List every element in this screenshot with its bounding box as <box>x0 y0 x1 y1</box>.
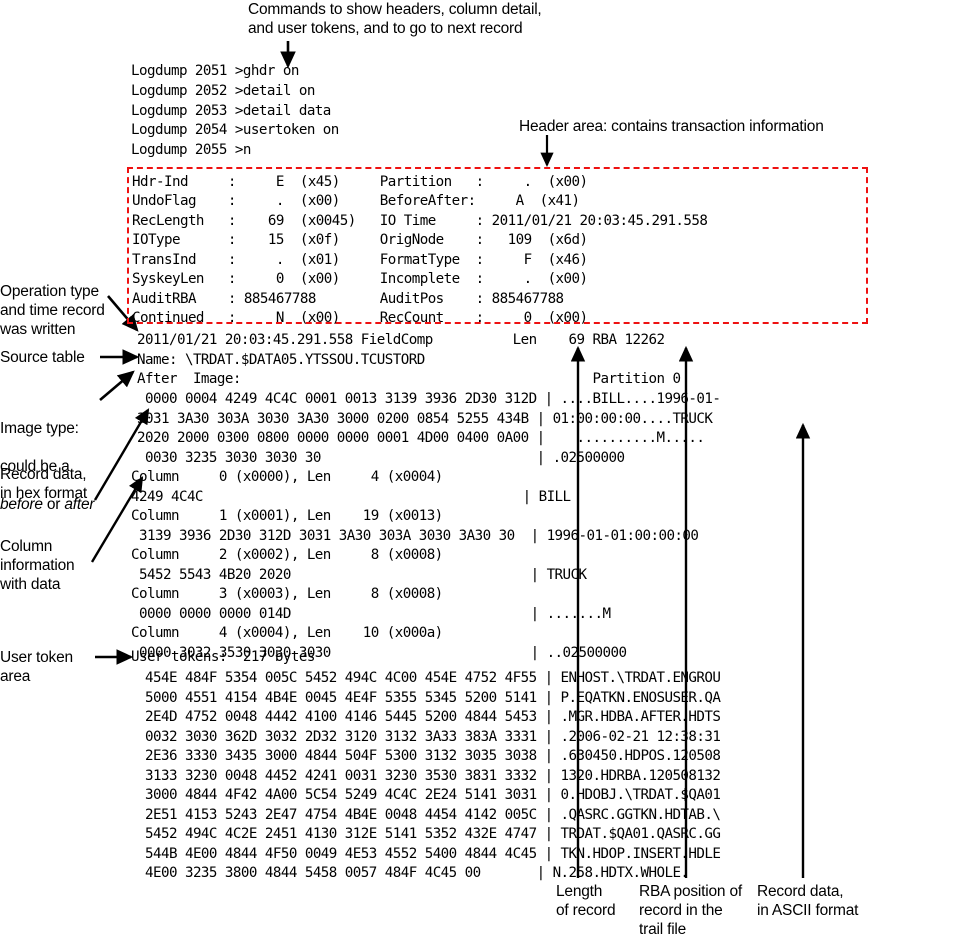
command-line-4: Logdump 2055 >n <box>131 142 251 158</box>
annotation-commands: Commands to show headers, column detail,… <box>248 1 542 37</box>
annotation-operation-type: Operation type and time record was writt… <box>0 283 105 338</box>
annotation-record-data-hex: Record data, in hex format <box>0 466 87 502</box>
annotation-image-type-line1: Image type: <box>0 420 79 437</box>
user-token-line-3: 0032 3030 362D 3032 2D32 3120 3132 3A33 … <box>137 729 721 745</box>
record-name-line: Name: \TRDAT.$DATA05.YTSSOU.TCUSTORD <box>137 352 425 368</box>
command-line-1: Logdump 2052 >detail on <box>131 83 315 99</box>
header-line-3: IOType : 15 (x0f) OrigNode : 109 (x6d) <box>132 232 588 248</box>
user-token-line-6: 3000 4844 4F42 4A00 5C54 5249 4C4C 2E24 … <box>137 787 721 803</box>
annotation-rba-position: RBA position of record in the trail file <box>639 883 742 938</box>
header-line-7: Continued : N (x00) RecCount : 0 (x00) <box>132 310 588 326</box>
column-data-0: 4249 4C4C | BILL <box>131 489 571 505</box>
user-token-line-1: 5000 4551 4154 4B4E 0045 4E4F 5355 5345 … <box>137 690 721 706</box>
column-data-3: 0000 0000 0000 014D | .......M <box>131 606 611 622</box>
record-dump-line-2: 2020 2000 0300 0800 0000 0000 0001 4D00 … <box>137 430 705 446</box>
record-dump-line-0: 0000 0004 4249 4C4C 0001 0013 3139 3936 … <box>137 391 721 407</box>
column-header-0: Column 0 (x0000), Len 4 (x0004) <box>131 469 443 485</box>
user-token-line-10: 4E00 3235 3800 4844 5458 0057 484F 4C45 … <box>137 865 689 881</box>
command-line-2: Logdump 2053 >detail data <box>131 103 331 119</box>
user-token-line-2: 2E4D 4752 0048 4442 4100 4146 5445 5200 … <box>137 709 721 725</box>
user-token-line-0: 454E 484F 5354 005C 5452 494C 4C00 454E … <box>137 670 721 686</box>
header-line-4: TransInd : . (x01) FormatType : F (x46) <box>132 252 588 268</box>
user-tokens-header: User tokens: 217 bytes <box>131 649 315 665</box>
arrow-image-type <box>99 370 135 401</box>
column-header-2: Column 2 (x0002), Len 8 (x0008) <box>131 547 443 563</box>
column-data-1: 3139 3936 2D30 312D 3031 3A30 303A 3030 … <box>131 528 699 544</box>
column-header-4: Column 4 (x0004), Len 10 (x000a) <box>131 625 443 641</box>
record-dump-line-1: 3031 3A30 303A 3030 3A30 3000 0200 0854 … <box>137 411 713 427</box>
column-header-1: Column 1 (x0001), Len 19 (x0013) <box>131 508 443 524</box>
annotation-record-data-ascii: Record data, in ASCII format <box>757 883 859 919</box>
command-line-0: Logdump 2051 >ghdr on <box>131 63 299 79</box>
column-data-2: 5452 5543 4B20 2020 | TRUCK <box>131 567 587 583</box>
header-line-6: AuditRBA : 885467788 AuditPos : 88546778… <box>132 291 564 307</box>
header-line-1: UndoFlag : . (x00) BeforeAfter: A (x41) <box>132 193 580 209</box>
annotation-source-table: Source table <box>0 349 85 366</box>
record-dump-line-3: 0030 3235 3030 3030 30 | .02500000 <box>137 450 625 466</box>
user-token-line-4: 2E36 3330 3435 3000 4844 504F 5300 3132 … <box>137 748 721 764</box>
record-summary-line: 2011/01/21 20:03:45.291.558 FieldComp Le… <box>137 332 665 348</box>
annotation-column-info: Column information with data <box>0 538 75 593</box>
user-token-line-7: 2E51 4153 5243 2E47 4754 4B4E 0048 4454 … <box>137 807 721 823</box>
record-image-line: After Image: Partition 0 <box>137 371 681 387</box>
header-line-2: RecLength : 69 (x0045) IO Time : 2011/01… <box>132 213 708 229</box>
logdump-output-figure: Commands to show headers, column detail,… <box>0 0 955 939</box>
header-line-0: Hdr-Ind : E (x45) Partition : . (x00) <box>132 174 588 190</box>
annotation-user-token-area: User token area <box>0 649 73 685</box>
user-token-line-9: 544B 4E00 4844 4F50 0049 4E53 4552 5400 … <box>137 846 721 862</box>
annotation-header-area: Header area: contains transaction inform… <box>519 118 824 135</box>
header-line-5: SyskeyLen : 0 (x00) Incomplete : . (x00) <box>132 271 588 287</box>
column-header-3: Column 3 (x0003), Len 8 (x0008) <box>131 586 443 602</box>
command-line-3: Logdump 2054 >usertoken on <box>131 122 339 138</box>
user-token-line-5: 3133 3230 0048 4452 4241 0031 3230 3530 … <box>137 768 721 784</box>
user-token-line-8: 5452 494C 4C2E 2451 4130 312E 5141 5352 … <box>137 826 721 842</box>
